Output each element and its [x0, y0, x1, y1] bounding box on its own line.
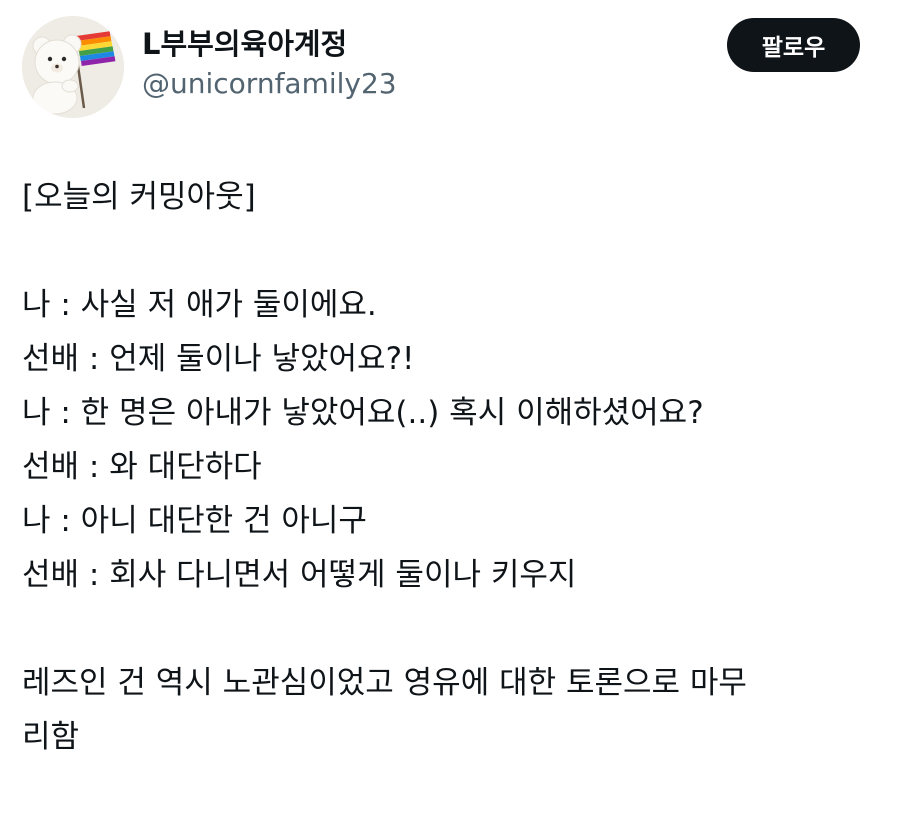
follow-button[interactable]: 팔로우 [727, 18, 860, 72]
author-names: L부부의육아계정 @unicornfamily23 [142, 26, 397, 102]
tweet-line: 선배 : 회사 다니면서 어떻게 둘이나 키우지 [22, 557, 577, 593]
teddy-bear-icon [32, 34, 82, 115]
avatar[interactable] [22, 16, 124, 118]
tweet-line: 선배 : 언제 둘이나 낳았어요?! [22, 341, 415, 377]
tweet-line: 나 : 한 명은 아내가 낳았어요(..) 혹시 이해하셨어요? [22, 395, 704, 431]
author-display-name[interactable]: L부부의육아계정 [142, 26, 397, 62]
tweet-line: 레즈인 건 역시 노관심이었고 영유에 대한 토론으로 마무 [22, 665, 747, 701]
tweet-line: 나 : 아니 대단한 건 아니구 [22, 503, 367, 539]
tweet-line: 나 : 사실 저 애가 둘이에요. [22, 287, 377, 323]
tweet-line: [오늘의 커밍아웃] [22, 179, 256, 215]
tweet-text: [오늘의 커밍아웃] 나 : 사실 저 애가 둘이에요. 선배 : 언제 둘이나… [22, 170, 872, 764]
teddy-bear-avatar-image [22, 16, 124, 118]
tweet-line: 선배 : 와 대단하다 [22, 449, 262, 485]
tweet-header: L부부의육아계정 @unicornfamily23 팔로우 [22, 16, 878, 120]
tweet-line: 리함 [22, 719, 80, 755]
author-handle[interactable]: @unicornfamily23 [142, 66, 397, 102]
